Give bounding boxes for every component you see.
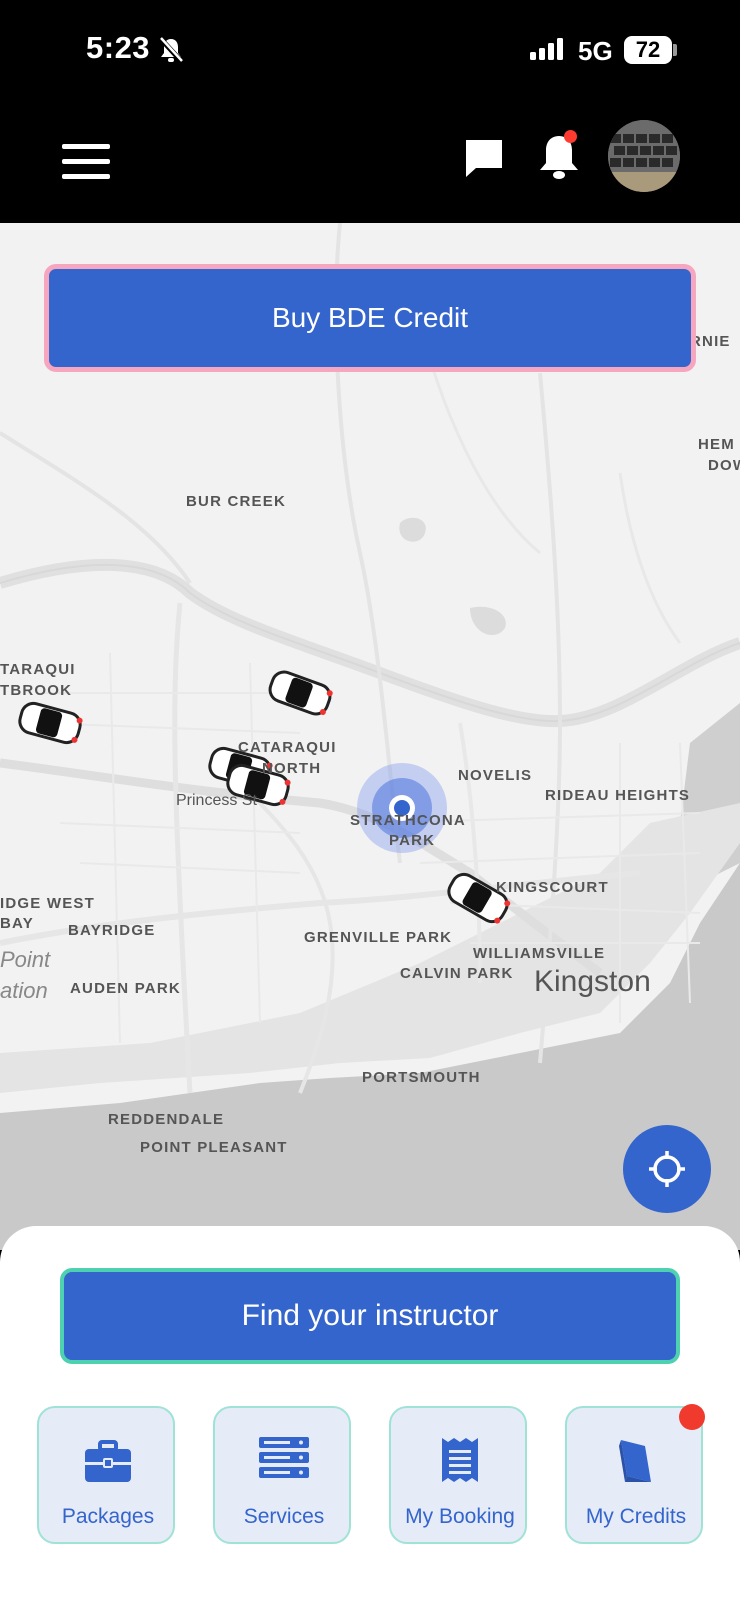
- status-bar: 5:23 5G 72: [0, 0, 740, 100]
- crosshair-locate-icon[interactable]: [623, 1125, 711, 1213]
- map-label: CALVIN PARK: [400, 965, 514, 982]
- battery-tip: [673, 44, 677, 56]
- map-label: Point: [0, 947, 51, 972]
- avatar[interactable]: [608, 120, 680, 192]
- map-label: POINT PLEASANT: [140, 1139, 288, 1156]
- map-label: STRATHCONA: [350, 812, 466, 829]
- map-label: GRENVILLE PARK: [304, 929, 453, 946]
- car-marker: [18, 701, 83, 745]
- bell-icon[interactable]: [536, 130, 582, 182]
- tile-my-credits[interactable]: My Credits: [565, 1404, 705, 1544]
- map-label: PARK: [389, 832, 436, 849]
- credits-badge: [679, 1404, 705, 1430]
- receipt-icon: [391, 1436, 529, 1486]
- tile-label: Packages: [61, 1505, 155, 1528]
- map-label: BAYRIDGE: [68, 922, 156, 939]
- tile-label: Services: [243, 1505, 325, 1528]
- tile-my-booking[interactable]: My Booking: [389, 1406, 527, 1544]
- map-label: AUDEN PARK: [70, 980, 181, 997]
- map-view[interactable]: BUR CREEK CATARAQUI NORTH TARAQUI TBROOK…: [0, 223, 740, 1250]
- buy-bde-credit-button[interactable]: Buy BDE Credit: [44, 264, 696, 372]
- map-label: TARAQUI: [0, 661, 76, 678]
- notification-badge: [564, 130, 577, 143]
- map-roads: [0, 223, 740, 1250]
- network-type: 5G: [578, 36, 613, 66]
- map-label: Princess St: [176, 792, 257, 809]
- map-label: BAY: [0, 915, 34, 932]
- map-label: DOW: [708, 457, 740, 474]
- battery-level: 72: [624, 36, 672, 64]
- map-label: CATARAQUI: [238, 739, 337, 756]
- app-header: [0, 100, 740, 223]
- map-label: KINGSCOURT: [496, 879, 609, 896]
- map-label: NORTH: [262, 760, 322, 777]
- map-label: WILLIAMSVILLE: [473, 945, 606, 962]
- map-label: RNIE: [690, 333, 731, 350]
- tile-label: My Credits: [585, 1505, 687, 1528]
- map-label: ation: [0, 978, 48, 1003]
- briefcase-icon: [39, 1436, 177, 1486]
- status-time: 5:23: [86, 30, 151, 65]
- map-label: TBROOK: [0, 682, 73, 699]
- map-label: BUR CREEK: [186, 493, 286, 510]
- hamburger-menu-icon[interactable]: [62, 144, 110, 180]
- map-label: PORTSMOUTH: [362, 1069, 481, 1086]
- bottom-sheet: Find your instructor Packages Services M…: [0, 1226, 740, 1600]
- map-label: HEM: [698, 436, 735, 453]
- server-list-icon: [215, 1436, 353, 1486]
- map-city-label: Kingston: [534, 965, 651, 998]
- chat-bubble-icon[interactable]: [462, 136, 506, 180]
- map-label: NOVELIS: [458, 767, 533, 784]
- tile-packages[interactable]: Packages: [37, 1406, 175, 1544]
- map-label: IDGE WEST: [0, 895, 95, 912]
- find-instructor-button[interactable]: Find your instructor: [60, 1268, 680, 1364]
- map-label: RIDEAU HEIGHTS: [545, 787, 691, 804]
- muted-bell-icon: [158, 36, 184, 69]
- cell-signal-icon: [530, 38, 570, 67]
- car-marker: [268, 670, 333, 716]
- tile-services[interactable]: Services: [213, 1406, 351, 1544]
- tile-label: My Booking: [405, 1505, 515, 1528]
- book-icon: [567, 1436, 705, 1486]
- map-label: REDDENDALE: [108, 1111, 225, 1128]
